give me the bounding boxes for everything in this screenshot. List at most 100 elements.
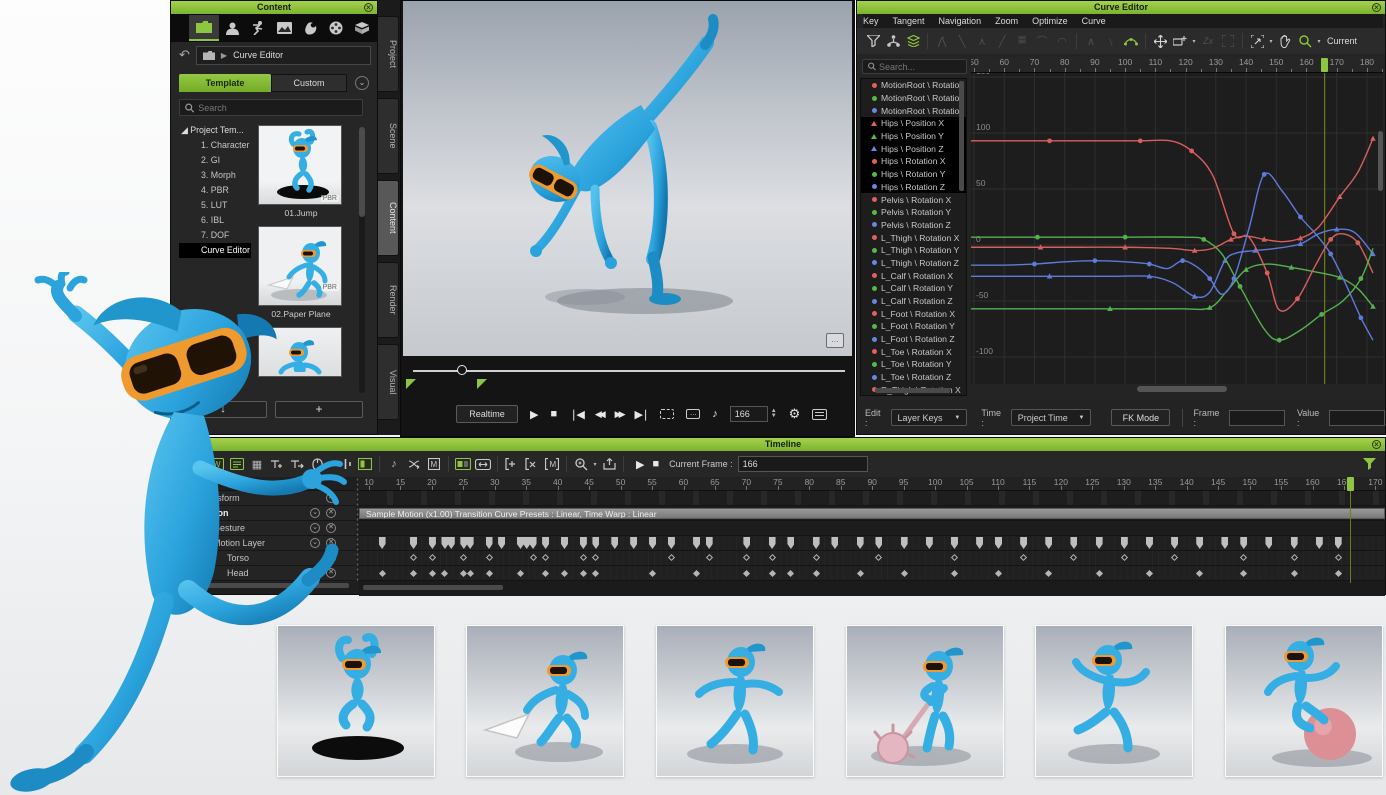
curve-list-scrollbar[interactable] [959, 81, 964, 191]
add-key-dropdown-icon[interactable]: ▾ [1190, 32, 1198, 50]
zoom-tool-dropdown-icon[interactable]: ▾ [1315, 32, 1323, 50]
keyframe-diamond[interactable] [668, 554, 675, 561]
track-row-head[interactable] [359, 566, 1385, 581]
prop-tab[interactable] [297, 15, 323, 41]
keyframe-diamond[interactable] [1171, 554, 1178, 561]
media-tab[interactable] [323, 15, 349, 41]
tree-root[interactable]: ◢ Project Tem... [179, 123, 251, 138]
current-frame-input[interactable] [738, 456, 868, 472]
curve-list-item[interactable]: MotionRoot \ Rotation Z [861, 104, 966, 117]
keyframe-pin[interactable] [542, 537, 549, 549]
curve-graph-ruler[interactable]: 5060708090100110120130140150160170180 [971, 57, 1383, 73]
keyframe-diamond[interactable] [1291, 554, 1298, 561]
track-row-transform[interactable] [359, 491, 1385, 506]
keyframe-pin[interactable] [926, 537, 933, 549]
keyframe-diamond[interactable] [1045, 570, 1052, 577]
keyframe-pin[interactable] [1291, 537, 1298, 549]
menu-optimize[interactable]: Optimize [1032, 16, 1068, 26]
keyframe-diamond[interactable] [580, 554, 587, 561]
keyframe-diamond[interactable] [485, 554, 492, 561]
curve-list-item[interactable]: L_Thigh \ Rotation X [861, 231, 966, 244]
tabs-expand-icon[interactable]: ⌄ [355, 76, 369, 90]
keyframe-pin[interactable] [1221, 537, 1228, 549]
peak-icon[interactable]: ∧ [1081, 32, 1101, 50]
filter-icon[interactable] [863, 32, 883, 50]
scene-tab[interactable] [271, 15, 297, 41]
content-search-input[interactable] [198, 103, 357, 113]
curve-list-item[interactable]: Pelvis \ Rotation Y [861, 206, 966, 219]
keyframe-pin[interactable] [592, 537, 599, 549]
keyframe-diamond[interactable] [1070, 554, 1077, 561]
tree-item-1-character[interactable]: 1. Character [179, 138, 251, 153]
keyframe-diamond[interactable] [1121, 554, 1128, 561]
keyframe-pin[interactable] [498, 537, 505, 549]
move-tool-icon[interactable] [1150, 32, 1170, 50]
prev-frame-button[interactable]: ◀◀ [595, 409, 603, 420]
keyframe-diamond[interactable] [743, 554, 750, 561]
keyframe-pin[interactable] [1171, 537, 1178, 549]
keyframe-pin[interactable] [1265, 537, 1272, 549]
curve-list-item[interactable]: MotionRoot \ Rotation X [861, 79, 966, 92]
keyframe-diamond[interactable] [542, 554, 549, 561]
curve-list-item[interactable]: L_Foot \ Rotation Y [861, 320, 966, 333]
curve-search[interactable] [862, 59, 967, 74]
keyframe-diamond[interactable] [1240, 554, 1247, 561]
keyframe-pin[interactable] [857, 537, 864, 549]
mixer-icon[interactable]: M [424, 455, 444, 473]
tree-item-2-gi[interactable]: 2. GI [179, 153, 251, 168]
keyframe-diamond[interactable] [542, 570, 549, 577]
keyframe-diamond[interactable] [813, 570, 820, 577]
keyframe-pin[interactable] [523, 537, 530, 549]
menu-key[interactable]: Key [863, 16, 879, 26]
zoom-region-icon[interactable] [1247, 32, 1267, 50]
keyframe-pin[interactable] [467, 537, 474, 549]
timeline-track-area[interactable]: 1015202530354045505560657075808590951001… [359, 477, 1385, 596]
tangent-break-icon[interactable]: ⋏ [972, 32, 992, 50]
keyframe-pin[interactable] [995, 537, 1002, 549]
audio-icon[interactable]: ♪ [712, 408, 718, 420]
range-icon[interactable] [473, 455, 493, 473]
track-row-torso[interactable] [359, 551, 1385, 566]
curve-list-item[interactable]: L_Toe \ Rotation Z [861, 371, 966, 384]
tangent-linear-icon[interactable]: ╱ [992, 32, 1012, 50]
side-tab-render[interactable]: Render [378, 262, 399, 338]
timeline-ruler[interactable]: 1015202530354045505560657075808590951001… [359, 477, 1385, 491]
keyframe-pin[interactable] [486, 537, 493, 549]
curve-list-item[interactable]: Pelvis \ Rotation X [861, 193, 966, 206]
stop-button[interactable]: ■ [550, 408, 557, 420]
keyframe-diamond[interactable] [467, 570, 474, 577]
keyframe-pin[interactable] [813, 537, 820, 549]
keyframe-diamond[interactable] [901, 570, 908, 577]
timeline-close-icon[interactable]: × [1372, 440, 1381, 449]
timeline-zoom-icon[interactable] [571, 455, 591, 473]
keyframe-pin[interactable] [1096, 537, 1103, 549]
animation-tab[interactable] [245, 15, 271, 41]
keyframe-diamond[interactable] [429, 554, 436, 561]
curve-list-item[interactable]: L_Calf \ Rotation Y [861, 282, 966, 295]
frame-spinner[interactable]: ▲▼ [771, 409, 777, 419]
gallery-thumb-reach[interactable] [656, 625, 814, 777]
keyframe-diamond[interactable] [379, 570, 386, 577]
keyframe-pin[interactable] [875, 537, 882, 549]
keyframe-pin[interactable] [1020, 537, 1027, 549]
keyframe-diamond[interactable] [1196, 570, 1203, 577]
next-frame-button[interactable]: ▶▶ [615, 409, 623, 420]
tangent-ease-in-icon[interactable]: ◠ [1052, 32, 1072, 50]
realtime-button[interactable]: Realtime [456, 405, 518, 423]
keyframe-diamond[interactable] [951, 570, 958, 577]
menu-navigation[interactable]: Navigation [939, 16, 982, 26]
keyframe-pin[interactable] [787, 537, 794, 549]
keyframe-pin[interactable] [460, 537, 467, 549]
keyframe-diamond[interactable] [951, 554, 958, 561]
tree-item-4-pbr[interactable]: 4. PBR [179, 183, 251, 198]
marker-icon[interactable]: M [542, 455, 562, 473]
keyframe-diamond[interactable] [875, 554, 882, 561]
curve-list-item[interactable]: L_Calf \ Rotation Z [861, 295, 966, 308]
keyframe-pin[interactable] [448, 537, 455, 549]
keyframe-pin[interactable] [441, 537, 448, 549]
keyframe-pin[interactable] [1196, 537, 1203, 549]
tree-item-5-lut[interactable]: 5. LUT [179, 198, 251, 213]
thumbnail-scrollbar[interactable] [359, 127, 365, 393]
keyframe-pin[interactable] [649, 537, 656, 549]
keyframe-diamond[interactable] [649, 570, 656, 577]
